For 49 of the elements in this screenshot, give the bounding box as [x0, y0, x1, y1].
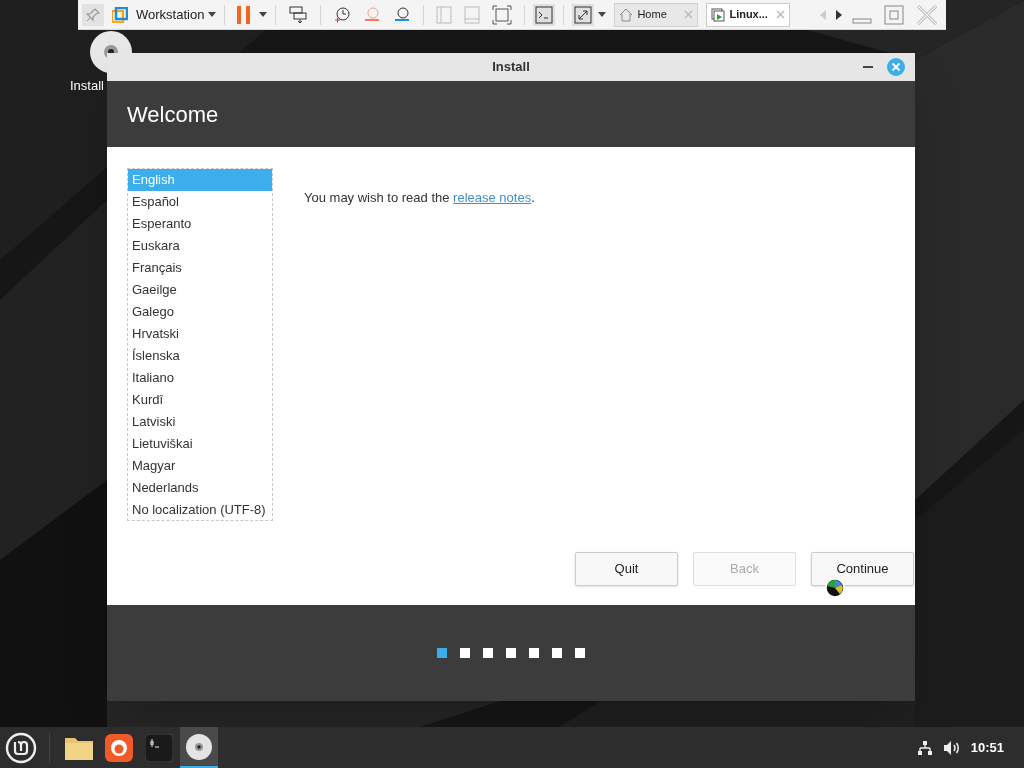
- language-item[interactable]: Gaeilge: [128, 279, 272, 301]
- browser-icon: [105, 733, 133, 762]
- close-icon[interactable]: [887, 58, 905, 76]
- taskbar-app[interactable]: [180, 727, 218, 768]
- language-item[interactable]: Kurdî: [128, 389, 272, 411]
- caret-icon[interactable]: [598, 12, 607, 17]
- thumbnail-view-icon[interactable]: [464, 5, 481, 24]
- language-item[interactable]: Euskara: [128, 235, 272, 257]
- clock[interactable]: 10:51: [970, 737, 1004, 758]
- network-icon[interactable]: [916, 739, 933, 756]
- page-title: Welcome: [127, 100, 219, 129]
- send-keys-icon[interactable]: [288, 5, 309, 24]
- product-menu[interactable]: Workstation: [136, 4, 205, 25]
- pause-icon[interactable]: [237, 5, 252, 24]
- scroll-right-icon[interactable]: [836, 9, 843, 20]
- dialog-button[interactable]: Quit: [575, 552, 678, 586]
- home-icon[interactable]: [619, 7, 634, 22]
- terminal-icon: [145, 733, 173, 762]
- caret-icon[interactable]: [259, 12, 268, 17]
- snapshot-manager-icon[interactable]: [393, 5, 412, 24]
- menu-icon[interactable]: [5, 731, 37, 764]
- language-item[interactable]: Italiano: [128, 367, 272, 389]
- language-item[interactable]: Hrvatski: [128, 323, 272, 345]
- disc-icon: [185, 732, 213, 761]
- language-item[interactable]: Nederlands: [128, 477, 272, 499]
- language-item[interactable]: Latviski: [128, 411, 272, 433]
- release-notes-text: You may wish to read the release notes.: [304, 189, 535, 207]
- icon-label[interactable]: Install: [70, 76, 104, 96]
- language-item[interactable]: Magyar: [128, 455, 272, 477]
- vm-tab[interactable]: Linux...: [706, 2, 791, 27]
- language-item[interactable]: Lietuviškai: [128, 433, 272, 455]
- console-icon[interactable]: [535, 5, 554, 24]
- language-item[interactable]: Íslenska: [128, 345, 272, 367]
- revert-snapshot-icon[interactable]: [363, 5, 382, 24]
- dialog-button[interactable]: Continue: [811, 552, 914, 586]
- caret-icon[interactable]: [208, 12, 217, 17]
- volume-icon[interactable]: [942, 739, 961, 756]
- language-item[interactable]: Español: [128, 191, 272, 213]
- language-item[interactable]: Esperanto: [128, 213, 272, 235]
- snapshot-icon[interactable]: [333, 5, 352, 24]
- fullscreen-icon[interactable]: [574, 5, 593, 24]
- busy-cursor-icon: [825, 578, 845, 598]
- window-title: Install: [492, 58, 530, 77]
- vm-tab[interactable]: Home: [614, 2, 699, 27]
- language-item[interactable]: Galego: [128, 301, 272, 323]
- vm-icon[interactable]: [711, 7, 726, 22]
- language-item[interactable]: No localization (UTF-8): [128, 499, 272, 521]
- vm-logo-icon[interactable]: [112, 6, 128, 23]
- language-item[interactable]: Français: [128, 257, 272, 279]
